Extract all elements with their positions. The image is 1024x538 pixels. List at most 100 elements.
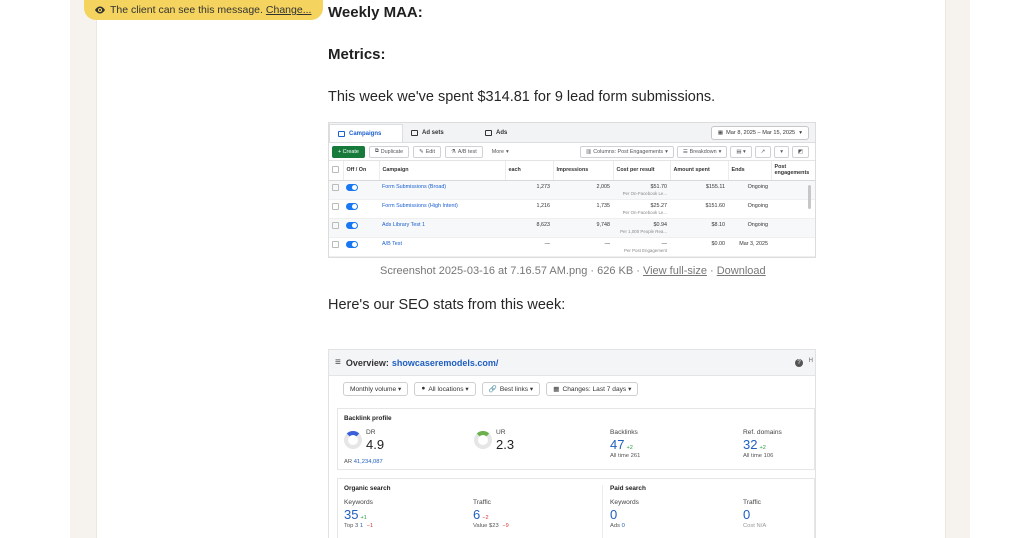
paid-traffic-metric: Traffic 0 Cost N/A xyxy=(743,499,766,529)
locations-filter: ● All locations ▾ xyxy=(414,381,476,396)
ends-cell: Ongoing xyxy=(728,199,771,219)
links-label: Best links ▾ xyxy=(499,385,534,393)
column-header: Amount spent xyxy=(670,161,729,181)
cost-subtext: Per On-Facebook Le... xyxy=(622,209,667,215)
reports-button: ▤ ▾ xyxy=(730,146,752,158)
reach-cell: 1,273 xyxy=(505,180,553,200)
ar-label: AR xyxy=(344,459,353,465)
ur-donut-icon xyxy=(474,431,492,449)
chart-button: ◩ xyxy=(791,146,809,158)
ur-label: UR xyxy=(496,429,506,436)
checkbox-icon xyxy=(332,202,339,210)
ads-toolbar: + Create ⧉ Duplicate ✎ Edit ⚗ A/B test More… xyxy=(329,143,815,161)
ab-test-button: ⚗ A/B test xyxy=(445,145,483,158)
organic-keywords-delta: +1 xyxy=(360,515,367,521)
spent-cell: $0.00 xyxy=(670,237,728,257)
campaign-name: A/B Test xyxy=(379,237,505,257)
cost-cell: — Per Post Engagement xyxy=(613,237,670,257)
duplicate-label: Duplicate xyxy=(380,148,404,155)
spent-cell: $8.10 xyxy=(670,218,728,238)
ref-domains-value: 32 xyxy=(743,437,758,452)
search-panel: Organic search Keywords 35 +1 Top 3 1 −1 … xyxy=(337,478,815,538)
table-row: A/B Test — — — Per Post Engagement $0.00 … xyxy=(329,237,815,257)
change-visibility-link[interactable]: Change... xyxy=(266,4,312,16)
table-row: Form Submissions (Broad) 1,273 2,005 $51… xyxy=(329,180,815,200)
breakdown-icon: ☰ xyxy=(682,149,688,155)
folder-icon xyxy=(338,130,345,137)
client-banner-text: The client can see this message. xyxy=(110,4,263,16)
pencil-icon: ✎ xyxy=(419,148,424,155)
backlinks-delta: +2 xyxy=(626,445,633,451)
seo-overview-screenshot[interactable]: ≡ Overview: showcaseremodels.com/ ? H Mo… xyxy=(328,349,816,538)
flask-icon: ⚗ xyxy=(451,148,456,155)
impressions-cell: 9,748 xyxy=(553,218,613,238)
attachment-filename: Screenshot 2025-03-16 at 7.16.57 AM.png … xyxy=(380,265,643,277)
calendar-icon: ▦ xyxy=(717,130,724,136)
links-filter: 🔗 Best links ▾ xyxy=(481,381,541,396)
organic-traffic-value-line: 6 −2 xyxy=(473,507,509,522)
campaign-name: Form Submissions (Broad) xyxy=(379,180,505,200)
ads-manager-screenshot[interactable]: Campaigns Ad sets Ads ▦ Mar 8, 2025 – Mar… xyxy=(328,122,816,258)
toggle-cell xyxy=(343,237,379,257)
toggle-on-icon xyxy=(346,240,358,248)
impressions-cell: 1,735 xyxy=(553,199,613,219)
row-checkbox-cell xyxy=(329,218,343,238)
dr-value: 4.9 xyxy=(366,437,385,452)
reach-cell: 1,216 xyxy=(505,199,553,219)
organic-keywords-value-line: 35 +1 xyxy=(344,507,373,522)
backlinks-alltime: All time 261 xyxy=(610,453,641,459)
export-icon: ↗ xyxy=(760,149,766,155)
row-checkbox-cell xyxy=(329,237,343,257)
ur-value: 2.3 xyxy=(496,437,515,452)
chevron-down-icon: ▾ xyxy=(780,149,783,155)
menu-icon: ≡ xyxy=(335,357,341,368)
ad-icon xyxy=(485,130,492,136)
export-button: ↗ xyxy=(754,146,772,158)
ar-value: 41,234,087 xyxy=(353,459,383,465)
client-visibility-banner: The client can see this message. Change.… xyxy=(84,0,324,20)
calendar-icon: ▦ xyxy=(553,385,560,393)
chevron-down-icon: ▾ xyxy=(506,148,509,155)
caption-separator: · xyxy=(706,265,717,277)
column-header: Campaign xyxy=(379,161,506,181)
chevron-down-icon: ▾ xyxy=(718,149,722,155)
help-label: H xyxy=(808,358,813,364)
reach-cell: — xyxy=(505,237,553,257)
columns-icon: ▥ xyxy=(586,149,592,155)
spent-cell: $151.60 xyxy=(670,199,728,219)
duplicate-button: ⧉ Duplicate xyxy=(368,145,410,158)
checkbox-icon xyxy=(332,183,339,191)
table-row: Form Submissions (High Intent) 1,216 1,7… xyxy=(329,199,815,219)
organic-keywords-label: Keywords xyxy=(344,499,373,506)
chart-icon: ◩ xyxy=(797,149,803,155)
paid-search-title: Paid search xyxy=(610,485,646,492)
download-link[interactable]: Download xyxy=(717,265,766,277)
cost-subtext: Per On-Facebook Le... xyxy=(622,190,667,196)
ref-domains-value-line: 32 +2 xyxy=(743,437,782,452)
dr-metric: DR 4.9 xyxy=(366,429,384,452)
changes-filter: ▦ Changes: Last 7 days ▾ xyxy=(546,381,639,396)
top3-label: Top 3 xyxy=(344,523,359,529)
columns-button: ▥ Columns: Post Engagements ▾ xyxy=(580,146,674,158)
checkbox-icon xyxy=(332,165,339,173)
organic-keywords-metric: Keywords 35 +1 Top 3 1 −1 xyxy=(344,499,373,529)
cost-value: $25.27 xyxy=(650,202,668,209)
cost-subtext: Per Post Engagement xyxy=(624,247,667,253)
ref-domains-metric: Ref. domains 32 +2 All time 106 xyxy=(743,429,782,459)
grid-icon xyxy=(411,130,418,136)
engagements-cell xyxy=(771,218,815,238)
ref-domains-delta: +2 xyxy=(759,445,766,451)
traffic-value-amount: $23 xyxy=(489,523,499,529)
tab-ad-sets: Ad sets xyxy=(403,124,477,142)
cost-subtext: Per 1,000 People Rea... xyxy=(620,228,667,234)
cost-value: $51.70 xyxy=(650,183,668,190)
organic-traffic-label: Traffic xyxy=(473,499,491,506)
globe-icon: ● xyxy=(421,385,426,392)
backlink-profile-panel: Backlink profile DR 4.9 AR 41,234,087 UR… xyxy=(337,408,815,470)
top3-delta: −1 xyxy=(366,523,374,529)
view-full-size-link[interactable]: View full-size xyxy=(643,265,707,277)
row-checkbox-cell xyxy=(329,180,343,200)
row-checkbox-cell xyxy=(329,199,343,219)
edit-label: Edit xyxy=(425,148,435,155)
ends-cell: Ongoing xyxy=(728,218,771,238)
